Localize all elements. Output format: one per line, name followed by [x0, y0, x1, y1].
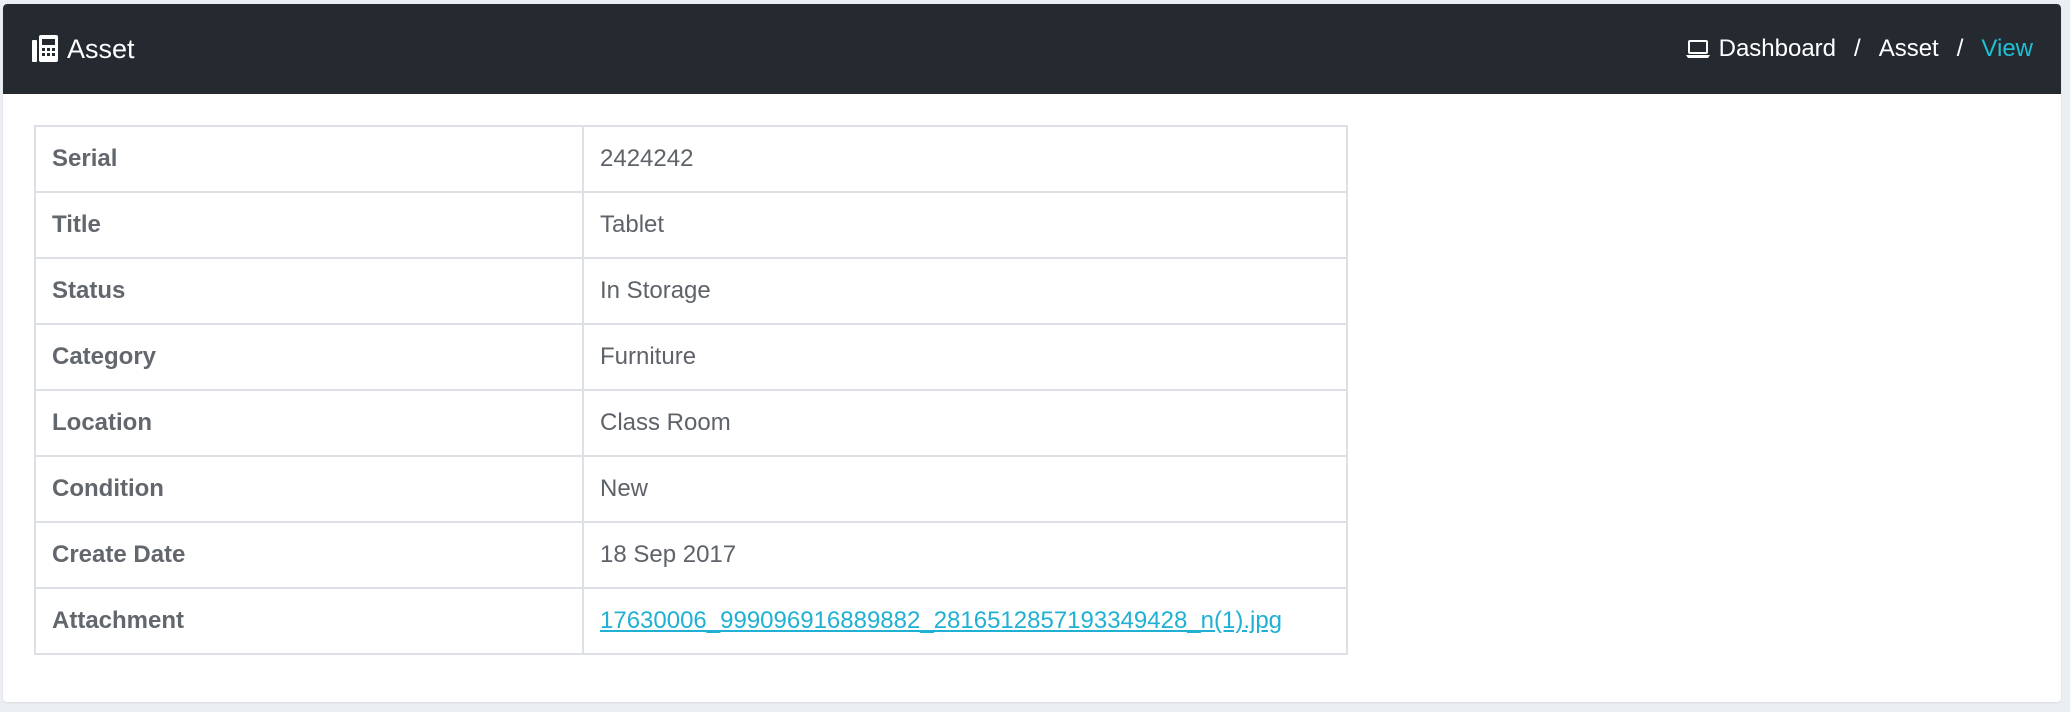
table-row: Title Tablet [34, 191, 1348, 259]
breadcrumb-separator: / [1956, 35, 1964, 62]
table-row: Status In Storage [34, 257, 1348, 325]
table-row: Location Class Room [34, 389, 1348, 457]
breadcrumb-dashboard[interactable]: Dashboard [1719, 35, 1836, 63]
breadcrumb: Dashboard / Asset / View [1685, 4, 2033, 94]
panel-header: Asset Dashboard / Asset / View [3, 4, 2061, 94]
row-label-serial: Serial [34, 125, 584, 193]
row-label-condition: Condition [34, 455, 584, 523]
row-label-title: Title [34, 191, 584, 259]
row-value-attachment: 17630006_999096916889882_281651285719334… [582, 587, 1348, 655]
row-label-category: Category [34, 323, 584, 391]
breadcrumb-asset[interactable]: Asset [1879, 35, 1939, 63]
row-label-status: Status [34, 257, 584, 325]
asset-icon [31, 34, 59, 64]
table-row: Condition New [34, 455, 1348, 523]
attachment-link[interactable]: 17630006_999096916889882_281651285719334… [600, 607, 1282, 634]
table-row: Create Date 18 Sep 2017 [34, 521, 1348, 589]
row-value-title: Tablet [582, 191, 1348, 259]
breadcrumb-view: View [1981, 35, 2033, 62]
asset-view-panel: Asset Dashboard / Asset / View Serial 24… [3, 4, 2061, 702]
page-title: Asset [31, 4, 135, 94]
page-title-text: Asset [67, 33, 135, 64]
table-row: Serial 2424242 [34, 125, 1348, 193]
row-value-category: Furniture [582, 323, 1348, 391]
row-value-status: In Storage [582, 257, 1348, 325]
row-value-location: Class Room [582, 389, 1348, 457]
table-row: Category Furniture [34, 323, 1348, 391]
table-row: Attachment 17630006_999096916889882_2816… [34, 587, 1348, 655]
row-label-location: Location [34, 389, 584, 457]
row-value-create-date: 18 Sep 2017 [582, 521, 1348, 589]
laptop-icon [1685, 39, 1711, 59]
asset-details-table: Serial 2424242 Title Tablet Status In St… [34, 125, 1348, 655]
row-value-condition: New [582, 455, 1348, 523]
row-value-serial: 2424242 [582, 125, 1348, 193]
row-label-attachment: Attachment [34, 587, 584, 655]
breadcrumb-separator: / [1854, 35, 1861, 62]
row-label-create-date: Create Date [34, 521, 584, 589]
